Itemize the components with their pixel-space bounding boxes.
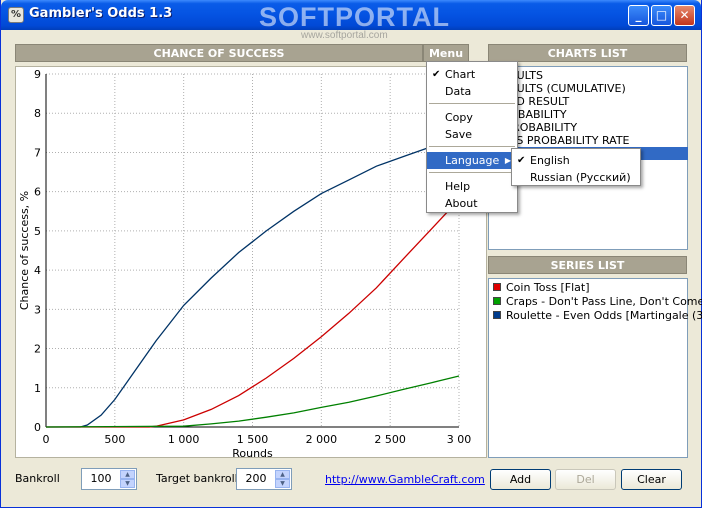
menu-item-label: Language (445, 154, 500, 167)
spin-up-icon[interactable]: ▲ (275, 470, 290, 479)
minimize-icon: _ (635, 8, 642, 22)
series-label: Coin Toss [Flat] (506, 281, 590, 294)
y-tick-label: 7 (34, 146, 41, 159)
menu-separator (429, 103, 515, 104)
y-tick-label: 4 (34, 264, 41, 277)
clear-button[interactable]: Clear (621, 469, 682, 490)
series-list-header: SERIES LIST (488, 256, 687, 274)
watermark-logo: SOFTPORTAL (259, 2, 450, 32)
chart-header: CHANCE OF SUCCESS (15, 44, 423, 62)
title-bar[interactable]: % Gambler's Odds 1.3 SOFTPORTAL _ □ ✕ (1, 0, 701, 32)
language-option-label: Russian (Русский) (530, 171, 631, 184)
chart-plot: 0 1 2 3 4 5 6 7 8 9 0 500 1 000 1 500 2 000 2 500 3 00 Ro… (18, 68, 472, 459)
website-link[interactable]: http://www.GambleCraft.com (325, 473, 485, 486)
x-tick-label: 2 500 (374, 433, 406, 446)
chart-area: 0 1 2 3 4 5 6 7 8 9 0 500 1 000 1 500 2 000 2 500 3 00 Ro… (15, 66, 487, 459)
x-tick-label: 2 000 (306, 433, 338, 446)
y-axis-label: Chance of success, % (18, 191, 31, 310)
watermark-url: www.softportal.com (301, 30, 388, 41)
menu-item-data[interactable]: Data (427, 83, 517, 100)
series-list-item[interactable]: Craps - Don't Pass Line, Don't Come [F (493, 295, 702, 308)
maximize-button[interactable]: □ (651, 5, 672, 26)
menu-item-label: Help (445, 180, 471, 193)
language-option[interactable]: Russian (Русский) (512, 169, 640, 186)
menu-item-label: Data (445, 85, 472, 98)
y-tick-label: 9 (34, 68, 41, 81)
menu-item-label: Chart (445, 68, 476, 81)
menu-item-label: Save (445, 128, 473, 141)
spin-up-icon[interactable]: ▲ (120, 470, 135, 479)
close-icon: ✕ (679, 8, 690, 22)
y-tick-label: 1 (34, 382, 41, 395)
add-button[interactable]: Add (490, 469, 551, 490)
menu-item-about[interactable]: About (427, 195, 517, 212)
y-tick-label: 0 (34, 421, 41, 434)
window-title: Gambler's Odds 1.3 (29, 6, 173, 21)
series-list[interactable]: Coin Toss [Flat] Craps - Don't Pass Line,… (488, 278, 702, 458)
x-tick-label: 0 (43, 433, 50, 446)
menu-item-chart[interactable]: Chart ✔ (427, 66, 517, 83)
menu-item-label: Copy (445, 111, 473, 124)
series-color-swatch (493, 297, 501, 305)
series-list-item[interactable]: Coin Toss [Flat] (493, 281, 590, 294)
y-tick-label: 6 (34, 186, 41, 199)
app-window: % Gambler's Odds 1.3 SOFTPORTAL _ □ ✕ ww… (0, 0, 702, 508)
menu-item-label: About (445, 197, 478, 210)
menu-item-help[interactable]: Help (427, 178, 517, 195)
maximize-icon: □ (655, 8, 668, 22)
language-option[interactable]: English ✔ (512, 152, 640, 169)
y-tick-label: 8 (34, 107, 41, 120)
check-icon: ✔ (432, 69, 441, 80)
bankroll-label: Bankroll (15, 472, 60, 485)
check-icon: ✔ (517, 155, 526, 166)
menu-separator (429, 146, 515, 147)
menu-item-language[interactable]: Language ▶ (427, 152, 517, 169)
series-color-swatch (493, 283, 501, 291)
close-button[interactable]: ✕ (674, 5, 695, 26)
context-menu: Chart ✔ Data Copy Save Language ▶ Help About (426, 61, 518, 213)
x-tick-label: 1 500 (237, 433, 269, 446)
spin-down-icon[interactable]: ▼ (275, 479, 290, 488)
series-color-swatch (493, 311, 501, 319)
del-button[interactable]: Del (555, 469, 616, 490)
x-tick-label: 3 00 (447, 433, 472, 446)
spin-down-icon[interactable]: ▼ (120, 479, 135, 488)
series-list-item[interactable]: Roulette - Even Odds [Martingale (3)] (493, 309, 702, 322)
y-tick-label: 2 (34, 343, 41, 356)
menu-item-save[interactable]: Save (427, 126, 517, 143)
charts-list-header: CHARTS LIST (488, 44, 687, 62)
language-submenu: English ✔ Russian (Русский) (511, 148, 641, 186)
language-option-label: English (530, 154, 570, 167)
x-tick-label: 1 000 (168, 433, 200, 446)
target-bankroll-value[interactable]: 200 (237, 472, 275, 485)
x-tick-label: 500 (104, 433, 125, 446)
target-bankroll-stepper[interactable]: 200 ▲ ▼ (236, 468, 292, 490)
y-tick-label: 3 (34, 303, 41, 316)
series-label: Craps - Don't Pass Line, Don't Come [F (506, 295, 702, 308)
app-icon: % (8, 7, 24, 23)
x-axis-label: Rounds (232, 447, 273, 459)
bankroll-value[interactable]: 100 (82, 472, 120, 485)
menu-item-copy[interactable]: Copy (427, 109, 517, 126)
bankroll-stepper[interactable]: 100 ▲ ▼ (81, 468, 137, 490)
menu-button[interactable]: Menu (423, 44, 469, 62)
menu-separator (429, 172, 515, 173)
target-bankroll-label: Target bankroll (156, 472, 238, 485)
series-label: Roulette - Even Odds [Martingale (3)] (506, 309, 702, 322)
y-tick-label: 5 (34, 225, 41, 238)
minimize-button[interactable]: _ (628, 5, 649, 26)
